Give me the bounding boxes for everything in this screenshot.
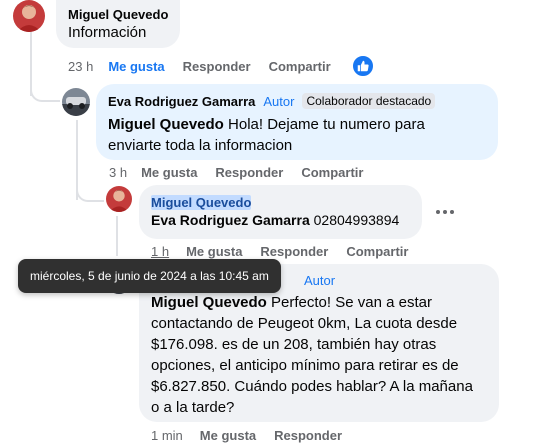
avatar-miguel-quevedo[interactable] (106, 186, 132, 212)
comment-text: Miguel Quevedo Perfecto! Se van a estar … (151, 294, 473, 416)
like-button[interactable]: Me gusta (200, 428, 256, 443)
comment-text: Eva Rodriguez Gamarra 02804993894 (151, 212, 400, 228)
reply-button[interactable]: Responder (274, 428, 342, 443)
like-button[interactable]: Me gusta (186, 244, 242, 259)
reply-button[interactable]: Responder (215, 165, 283, 180)
mention-link[interactable]: Eva Rodriguez Gamarra (151, 212, 310, 228)
author-badge: Autor (263, 93, 295, 109)
mention-link[interactable]: Miguel Quevedo (108, 116, 224, 133)
comment-author[interactable]: Miguel Quevedo (68, 7, 168, 22)
share-button[interactable]: Compartir (346, 244, 408, 259)
comment-author[interactable]: Miguel Quevedo (151, 195, 252, 210)
thread-line-nested-2 (116, 216, 118, 256)
avatar-eva-rodriguez-gamarra[interactable] (62, 88, 90, 116)
author-badge: Autor (304, 273, 336, 288)
comment-text: Miguel Quevedo Hola! Dejame tu numero pa… (108, 116, 425, 154)
reply-button[interactable]: Responder (183, 59, 251, 74)
comment-actions-1: 23 h Me gusta Responder Compartir (68, 57, 331, 75)
thread-connector-reply-2 (76, 180, 104, 202)
comment-bubble-3: Miguel Quevedo Eva Rodriguez Gamarra 028… (139, 185, 422, 239)
comment-text: Información (68, 24, 147, 41)
tooltip-text: miércoles, 5 de junio de 2024 a las 10:4… (30, 269, 269, 283)
like-icon[interactable] (351, 54, 375, 78)
comment-timestamp[interactable]: 23 h (68, 59, 93, 74)
comment-timestamp[interactable]: 1 min (151, 428, 183, 443)
share-button[interactable]: Compartir (301, 165, 363, 180)
comment-bubble-2: Eva Rodriguez Gamarra Autor Colaborador … (96, 84, 498, 160)
like-button[interactable]: Me gusta (141, 165, 197, 180)
reply-button[interactable]: Responder (260, 244, 328, 259)
more-options-button[interactable] (436, 210, 454, 214)
thread-connector-reply-1 (30, 80, 60, 102)
top-contributor-badge: Colaborador destacado (302, 93, 436, 109)
comment-bubble-1: Miguel Quevedo Información (56, 0, 180, 48)
comment-actions-2: 3 h Me gusta Responder Compartir (109, 163, 363, 181)
dot-icon (436, 210, 440, 214)
comment-timestamp[interactable]: 1 h (151, 244, 169, 259)
mention-link[interactable]: Miguel Quevedo (151, 294, 267, 311)
dot-icon (443, 210, 447, 214)
like-button[interactable]: Me gusta (108, 59, 164, 74)
comment-header: Eva Rodriguez Gamarra Autor Colaborador … (108, 93, 436, 109)
share-button[interactable]: Compartir (269, 59, 331, 74)
comment-author[interactable]: Eva Rodriguez Gamarra (108, 94, 255, 109)
selected-author-name[interactable]: Miguel Quevedo (151, 195, 252, 210)
avatar-miguel-quevedo[interactable] (13, 0, 45, 32)
comment-actions-4: 1 min Me gusta Responder (151, 426, 342, 444)
comment-timestamp[interactable]: 3 h (109, 165, 127, 180)
comment-actions-3: 1 h Me gusta Responder Compartir (151, 242, 408, 260)
dot-icon (450, 210, 454, 214)
timestamp-tooltip: miércoles, 5 de junio de 2024 a las 10:4… (18, 259, 281, 293)
